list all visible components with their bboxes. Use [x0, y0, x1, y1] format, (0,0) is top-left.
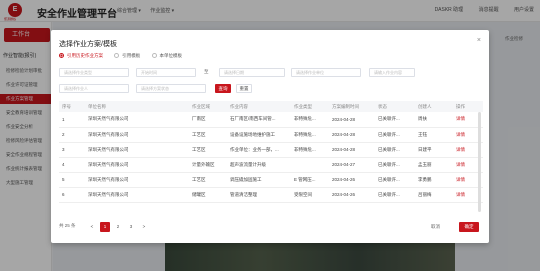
cell-content: 石厂南区/南西车间管... — [227, 112, 291, 128]
cell-status: 已关联许... — [375, 172, 415, 188]
table-row[interactable]: 3 深圳天然气有限公司 工艺区 作业单位：业务一部，... 非特殊危... 20… — [59, 142, 483, 158]
cell-content: 作业单位：业务一部，... — [227, 142, 291, 158]
cell-area: 厂南区 — [189, 112, 227, 128]
scheme-status-select[interactable]: 请选择方案状态 — [136, 84, 206, 93]
cell-content: 设备设施场地维护施工 — [227, 127, 291, 143]
cell-time: 2024-04-27 — [329, 157, 375, 173]
cell-unit-name: 深圳天然气有限公司 — [85, 187, 189, 203]
col-area: 作业区域 — [189, 101, 227, 112]
cell-time: 2024-04-26 — [329, 172, 375, 188]
cell-unit-name: 深圳天然气有限公司 — [85, 142, 189, 158]
page-2-button[interactable]: 2 — [113, 222, 123, 232]
cell-area: 工艺区 — [189, 142, 227, 158]
col-creator: 创建人 — [415, 101, 453, 112]
cell-time: 2024-04-28 — [329, 127, 375, 143]
radio-unit-template[interactable]: 本单位模板 — [151, 52, 182, 59]
cell-time: 2024-04-26 — [329, 187, 375, 203]
cell-index: 2 — [59, 127, 85, 143]
radio-history-scheme[interactable]: 引用历史作业方案 — [59, 52, 103, 59]
cell-creator: 王钰 — [415, 127, 453, 143]
cell-type: 非特殊危... — [291, 127, 329, 143]
cell-creator: 李勇鹏 — [415, 172, 453, 188]
cell-type: 非特殊危... — [291, 142, 329, 158]
table-row[interactable]: 2 深圳天然气有限公司 工艺区 设备设施场地维护施工 非特殊危... 2024-… — [59, 127, 483, 143]
col-content: 作业内容 — [227, 101, 291, 112]
page-1-button[interactable]: 1 — [100, 222, 110, 232]
cell-area: 工艺区 — [189, 172, 227, 188]
cell-unit-name: 深圳天然气有限公司 — [85, 157, 189, 173]
cell-index: 4 — [59, 157, 85, 173]
table-row[interactable]: 1 深圳天然气有限公司 厂南区 石厂南区/南西车间管... 非特殊危... 20… — [59, 112, 483, 128]
cell-index: 3 — [59, 142, 85, 158]
radio-dot-icon — [114, 52, 120, 58]
cell-area: 计量外输区 — [189, 157, 227, 173]
table-header-row: 序号 单位名称 作业区域 作业内容 作业类型 方案编制时间 状态 创建人 操作 — [59, 101, 483, 112]
date-range-separator: 至 — [204, 69, 209, 74]
work-type-select[interactable]: 请选择作业类型 — [59, 68, 129, 77]
reset-button[interactable]: 重置 — [236, 84, 252, 93]
dialog-title: 选择作业方案/模板 — [59, 41, 117, 48]
work-unit-select[interactable]: 请选择作业单位 — [291, 68, 361, 77]
scheme-table: 序号 单位名称 作业区域 作业内容 作业类型 方案编制时间 状态 创建人 操作 … — [59, 101, 483, 203]
col-action: 操作 — [453, 101, 483, 112]
cell-creator: 孟玉丽 — [415, 157, 453, 173]
cell-unit-name: 深圳天然气有限公司 — [85, 127, 189, 143]
col-time: 方案编制时间 — [329, 101, 375, 112]
table-row[interactable]: 6 深圳天然气有限公司 储罐区 管道清洁整理 受限空间 2024-04-26 已… — [59, 187, 483, 203]
cell-status: 已关联许... — [375, 127, 415, 143]
source-radio-group: 引用历史作业方案 引用模板 本单位模板 — [59, 52, 192, 59]
col-index: 序号 — [59, 101, 85, 112]
work-content-input[interactable]: 请输入作业内容 — [369, 68, 415, 77]
cell-status: 已关联许... — [375, 157, 415, 173]
scheme-select-dialog: 选择作业方案/模板 × 引用历史作业方案 引用模板 本单位模板 请选择作业类型 … — [51, 30, 489, 243]
cell-status: 已关联许... — [375, 112, 415, 128]
next-page-icon[interactable]: > — [139, 222, 149, 232]
confirm-button[interactable]: 确定 — [459, 222, 479, 232]
cell-area: 工艺区 — [189, 127, 227, 143]
cell-unit-name: 深圳天然气有限公司 — [85, 172, 189, 188]
cell-unit-name: 深圳天然气有限公司 — [85, 112, 189, 128]
cell-creator: 周扶 — [415, 112, 453, 128]
cell-creator: 日建平 — [415, 142, 453, 158]
cell-status: 已关联许... — [375, 142, 415, 158]
cell-status: 已关联许... — [375, 187, 415, 203]
cell-time: 2024-04-28 — [329, 112, 375, 128]
cell-type: 非特殊危... — [291, 112, 329, 128]
radio-dot-icon — [59, 52, 64, 58]
cell-type: E 管网压... — [291, 172, 329, 188]
close-icon[interactable]: × — [477, 37, 481, 44]
cell-content: 管道清洁整理 — [227, 187, 291, 203]
date-start-input[interactable]: 开始时间 — [136, 68, 196, 77]
worker-select[interactable]: 请选择作业人 — [59, 84, 129, 93]
radio-dot-icon — [151, 52, 157, 58]
col-type: 作业类型 — [291, 101, 329, 112]
col-unit-name: 单位名称 — [85, 101, 189, 112]
cell-time: 2024-04-28 — [329, 142, 375, 158]
table-scrollbar[interactable] — [478, 112, 481, 212]
page-3-button[interactable]: 3 — [126, 222, 136, 232]
prev-page-icon[interactable]: < — [87, 222, 97, 232]
query-button[interactable]: 查询 — [215, 84, 231, 93]
col-status: 状态 — [375, 101, 415, 112]
date-end-input[interactable]: 请选择日期 — [219, 68, 285, 77]
cell-type — [291, 157, 329, 173]
pagination-total: 共 25 条 — [59, 223, 76, 228]
cell-index: 6 — [59, 187, 85, 203]
table-row[interactable]: 5 深圳天然气有限公司 工艺区 调压撬加固施工 E 管网压... 2024-04… — [59, 172, 483, 188]
cell-content: 超声波流量计升级 — [227, 157, 291, 173]
cell-index: 5 — [59, 172, 85, 188]
cancel-button[interactable]: 取消 — [431, 222, 440, 232]
cell-index: 1 — [59, 112, 85, 128]
radio-template[interactable]: 引用模板 — [114, 52, 140, 59]
cell-type: 受限空间 — [291, 187, 329, 203]
cell-creator: 吕丽梅 — [415, 187, 453, 203]
cell-area: 储罐区 — [189, 187, 227, 203]
cell-content: 调压撬加固施工 — [227, 172, 291, 188]
table-row[interactable]: 4 深圳天然气有限公司 计量外输区 超声波流量计升级 2024-04-27 已关… — [59, 157, 483, 173]
